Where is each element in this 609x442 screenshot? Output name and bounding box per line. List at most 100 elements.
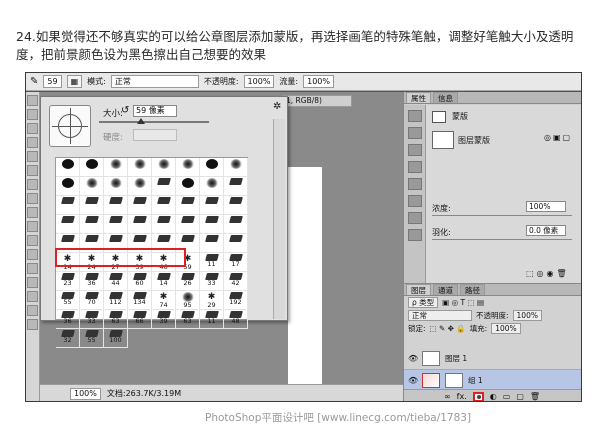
- tool-button[interactable]: [27, 235, 38, 246]
- brush-preset-cell[interactable]: 32: [56, 329, 80, 348]
- new-layer-icon[interactable]: ▢: [516, 392, 524, 401]
- brush-preset-cell[interactable]: [80, 177, 104, 196]
- tool-button[interactable]: [27, 109, 38, 120]
- brush-preset-cell[interactable]: 48: [224, 310, 248, 329]
- brush-preset-cell[interactable]: [56, 215, 80, 234]
- document-tab[interactable]: 1, RGB/8): [282, 95, 352, 107]
- brush-list-scrollbar[interactable]: [273, 119, 285, 319]
- brush-preset-cell[interactable]: 17: [224, 253, 248, 272]
- add-mask-button[interactable]: [472, 391, 484, 401]
- folder-icon[interactable]: ▭: [503, 392, 511, 401]
- brush-preset-cell[interactable]: [80, 234, 104, 253]
- feather-input[interactable]: 0.0 像素: [526, 225, 566, 236]
- brush-preset-cell[interactable]: 33: [80, 310, 104, 329]
- tool-button[interactable]: [27, 179, 38, 190]
- brush-preset-cell[interactable]: 36: [56, 310, 80, 329]
- link-icon[interactable]: ∞: [444, 392, 451, 401]
- eye-icon[interactable]: 👁: [408, 376, 418, 385]
- brush-preset-cell[interactable]: 66: [128, 310, 152, 329]
- size-slider-track[interactable]: [99, 121, 209, 123]
- brush-preset-cell[interactable]: [56, 234, 80, 253]
- tab-properties[interactable]: 属性: [406, 92, 431, 103]
- brush-preset-cell[interactable]: [200, 158, 224, 177]
- brush-preset-cell[interactable]: 134: [128, 291, 152, 310]
- brush-preset-cell[interactable]: [104, 196, 128, 215]
- brush-preset-cell[interactable]: [128, 196, 152, 215]
- brush-preset-cell[interactable]: [224, 196, 248, 215]
- zoom-field[interactable]: 100%: [70, 387, 101, 400]
- panel-icon[interactable]: [408, 110, 422, 122]
- layer-row[interactable]: 👁 图层 1: [404, 348, 581, 370]
- eye-icon[interactable]: 👁: [408, 354, 418, 363]
- flow-input[interactable]: 100%: [303, 75, 334, 88]
- brush-preset-cell[interactable]: [80, 158, 104, 177]
- brush-preset-cell[interactable]: [200, 196, 224, 215]
- tool-button[interactable]: [27, 151, 38, 162]
- tool-button[interactable]: [27, 123, 38, 134]
- feather-slider[interactable]: [432, 239, 572, 240]
- tool-button[interactable]: [27, 193, 38, 204]
- brush-preset-cell[interactable]: [104, 215, 128, 234]
- brush-preset-cell[interactable]: 33: [200, 272, 224, 291]
- brush-preset-cell[interactable]: [176, 177, 200, 196]
- properties-footer-icons[interactable]: ⬚◎◉🗑: [526, 269, 570, 278]
- tool-button[interactable]: [27, 305, 38, 316]
- brush-preset-cell[interactable]: [152, 215, 176, 234]
- tab-info[interactable]: 信息: [433, 92, 458, 103]
- reset-icon[interactable]: ↺: [121, 105, 129, 116]
- brush-preset-cell[interactable]: ✱ 14: [56, 253, 80, 272]
- tool-button[interactable]: [27, 249, 38, 260]
- brush-preset-cell[interactable]: ✱ 24: [80, 253, 104, 272]
- brush-tool-icon[interactable]: ✎: [30, 76, 38, 87]
- hardness-input[interactable]: [133, 129, 177, 141]
- blend-mode-select[interactable]: 正常: [408, 310, 472, 321]
- mask-mode-buttons[interactable]: ◎▣▢: [544, 133, 572, 142]
- layer-mask-thumbnail[interactable]: [432, 131, 454, 149]
- brush-preset-cell[interactable]: [80, 215, 104, 234]
- tool-button[interactable]: [27, 207, 38, 218]
- brush-size-preset[interactable]: 59: [43, 75, 62, 88]
- fill-input[interactable]: 100%: [491, 323, 521, 334]
- brush-preset-cell[interactable]: 55: [80, 329, 104, 348]
- size-slider-thumb[interactable]: [137, 118, 145, 124]
- brush-preset-cell[interactable]: [224, 158, 248, 177]
- brush-preset-cell[interactable]: ✱ 29: [200, 291, 224, 310]
- brush-preset-cell[interactable]: 112: [104, 291, 128, 310]
- tool-button[interactable]: [27, 263, 38, 274]
- brush-preset-cell[interactable]: [200, 234, 224, 253]
- tab-paths[interactable]: 路径: [460, 284, 485, 295]
- brush-preset-cell[interactable]: 11: [200, 310, 224, 329]
- brush-preset-cell[interactable]: ✱ 39: [128, 253, 152, 272]
- fx-button[interactable]: fx.: [457, 392, 467, 401]
- panel-icon[interactable]: [408, 195, 422, 207]
- brush-panel-toggle-icon[interactable]: ▦: [66, 75, 83, 88]
- tool-button[interactable]: [27, 95, 38, 106]
- brush-preset-cell[interactable]: [56, 158, 80, 177]
- brush-preset-cell[interactable]: [152, 196, 176, 215]
- tool-button[interactable]: [27, 291, 38, 302]
- brush-preset-cell[interactable]: [128, 158, 152, 177]
- brush-preset-cell[interactable]: 39: [152, 310, 176, 329]
- brush-preset-cell[interactable]: [128, 177, 152, 196]
- brush-angle-preview[interactable]: [49, 105, 91, 147]
- brush-preset-cell[interactable]: [104, 158, 128, 177]
- brush-preset-cell[interactable]: 26: [176, 272, 200, 291]
- brush-preset-cell[interactable]: 95: [176, 291, 200, 310]
- trash-icon[interactable]: 🗑: [530, 392, 540, 401]
- tool-button[interactable]: [27, 137, 38, 148]
- tool-button[interactable]: [27, 165, 38, 176]
- brush-preset-cell[interactable]: [224, 177, 248, 196]
- brush-preset-cell[interactable]: 192: [224, 291, 248, 310]
- brush-preset-cell[interactable]: 63: [104, 310, 128, 329]
- brush-preset-cell[interactable]: ✱ 59: [176, 253, 200, 272]
- panel-icon[interactable]: [408, 144, 422, 156]
- brush-preset-cell[interactable]: 11: [200, 253, 224, 272]
- brush-preset-cell[interactable]: 60: [128, 272, 152, 291]
- brush-preset-cell[interactable]: [200, 215, 224, 234]
- brush-preset-cell[interactable]: 42: [224, 272, 248, 291]
- brush-preset-cell[interactable]: [176, 196, 200, 215]
- brush-preset-cell[interactable]: 14: [152, 272, 176, 291]
- brush-preset-cell[interactable]: [176, 215, 200, 234]
- density-input[interactable]: 100%: [526, 201, 566, 212]
- brush-preset-cell[interactable]: ✱ 27: [104, 253, 128, 272]
